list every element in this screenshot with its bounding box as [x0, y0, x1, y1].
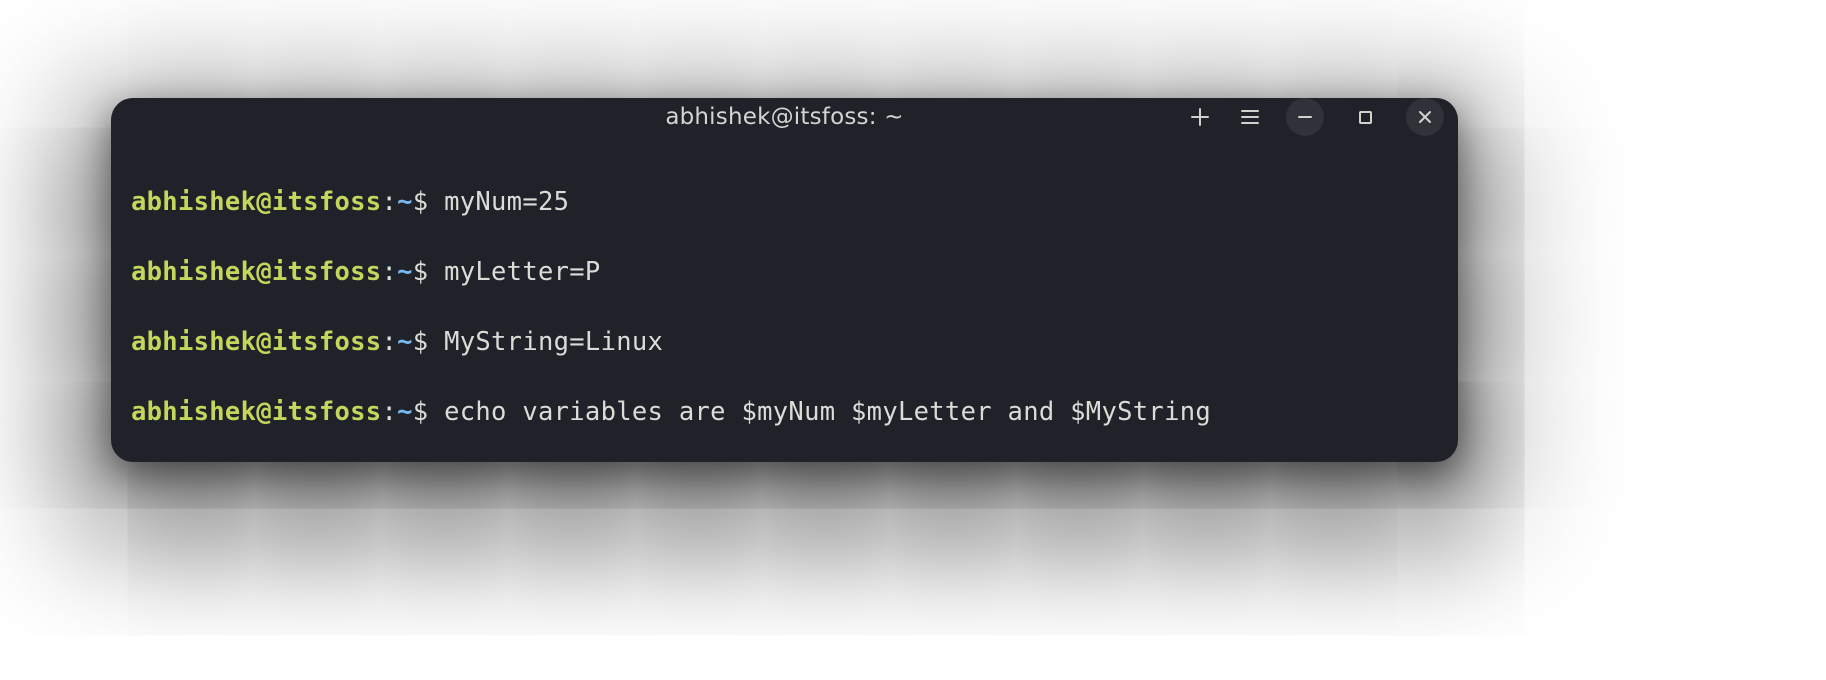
prompt-symbol: $ — [413, 397, 429, 427]
prompt-line: abhishek@itsfoss:~$ myNum=25 — [131, 185, 1438, 220]
maximize-button[interactable] — [1346, 98, 1384, 136]
close-icon — [1417, 109, 1433, 125]
command-text: echo variables are $myNum $myLetter and … — [444, 397, 1211, 427]
prompt-userhost: abhishek@itsfoss — [131, 327, 381, 357]
command-text: myNum=25 — [444, 187, 569, 217]
plus-icon — [1189, 106, 1211, 128]
command-text: MyString=Linux — [444, 327, 663, 357]
prompt-path: ~ — [397, 187, 413, 217]
prompt-line: abhishek@itsfoss:~$ MyString=Linux — [131, 325, 1438, 360]
hamburger-icon — [1239, 106, 1261, 128]
prompt-path: ~ — [397, 327, 413, 357]
minimize-icon — [1297, 109, 1313, 125]
prompt-symbol: $ — [413, 257, 429, 287]
maximize-icon — [1358, 110, 1373, 125]
prompt-symbol: $ — [413, 187, 429, 217]
window-controls — [1186, 98, 1444, 136]
prompt-line: abhishek@itsfoss:~$ myLetter=P — [131, 255, 1438, 290]
menu-button[interactable] — [1236, 103, 1264, 131]
prompt-userhost: abhishek@itsfoss — [131, 187, 381, 217]
titlebar[interactable]: abhishek@itsfoss: ~ — [111, 98, 1458, 136]
command-text: myLetter=P — [444, 257, 601, 287]
close-button[interactable] — [1406, 98, 1444, 136]
minimize-button[interactable] — [1286, 98, 1324, 136]
prompt-path: ~ — [397, 257, 413, 287]
prompt-line: abhishek@itsfoss:~$ echo variables are $… — [131, 395, 1438, 430]
new-tab-button[interactable] — [1186, 103, 1214, 131]
terminal-window: abhishek@itsfoss: ~ abhi — [111, 98, 1458, 462]
terminal-body[interactable]: abhishek@itsfoss:~$ myNum=25 abhishek@it… — [111, 136, 1458, 462]
prompt-symbol: $ — [413, 327, 429, 357]
prompt-userhost: abhishek@itsfoss — [131, 397, 381, 427]
prompt-path: ~ — [397, 397, 413, 427]
prompt-userhost: abhishek@itsfoss — [131, 257, 381, 287]
